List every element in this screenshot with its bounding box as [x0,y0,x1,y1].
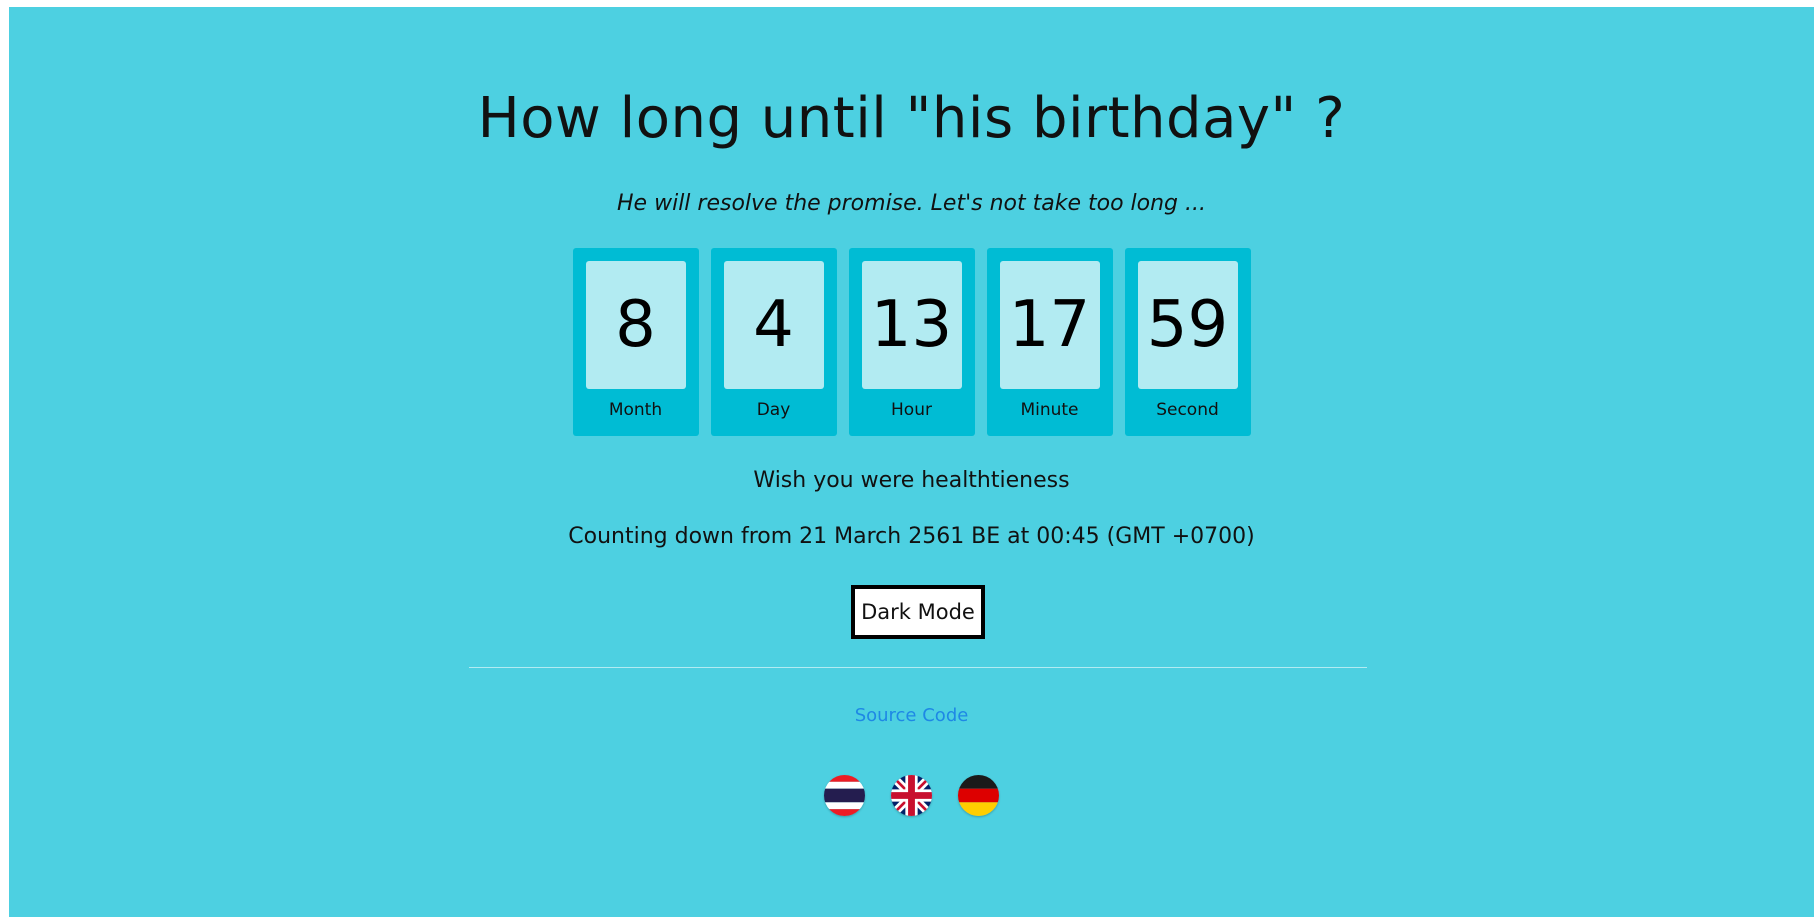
countdown-value-minute: 17 [999,261,1100,389]
countdown-label-month: Month [608,400,663,420]
countdown-value-day: 4 [723,261,824,389]
footer-divider [469,667,1367,668]
countdown-unit-month: 8 Month [572,248,699,436]
thai-flag-icon[interactable] [824,775,865,816]
wish-message: Wish you were healthtieness [753,468,1070,493]
source-code-link[interactable]: Source Code [855,705,969,726]
countdown-unit-second: 59 Second [1124,248,1251,436]
uk-flag-icon[interactable] [891,775,932,816]
page-title: How long until "his birthday" ? [477,86,1346,151]
countdown-unit-hour: 13 Hour [848,248,975,436]
countdown-unit-day: 4 Day [710,248,837,436]
countdown-label-hour: Hour [891,400,932,420]
germany-flag-icon[interactable] [958,775,999,816]
countdown-unit-minute: 17 Minute [986,248,1113,436]
countdown-value-hour: 13 [861,261,962,389]
countdown-label-day: Day [756,400,791,420]
countdown-label-second: Second [1156,400,1219,420]
dark-mode-button[interactable]: Dark Mode [851,585,985,639]
countdown-value-month: 8 [585,261,686,389]
countdown-timer: 8 Month 4 Day 13 Hour 17 Minute 59 Secon… [9,248,1814,436]
page-container: How long until "his birthday" ? He will … [9,7,1814,917]
language-switcher [9,775,1814,816]
countdown-start-info: Counting down from 21 March 2561 BE at 0… [568,524,1255,549]
countdown-value-second: 59 [1137,261,1238,389]
page-subtitle: He will resolve the promise. Let's not t… [617,191,1206,216]
source-code-container: Source Code [9,703,1814,729]
countdown-label-minute: Minute [1020,400,1079,420]
